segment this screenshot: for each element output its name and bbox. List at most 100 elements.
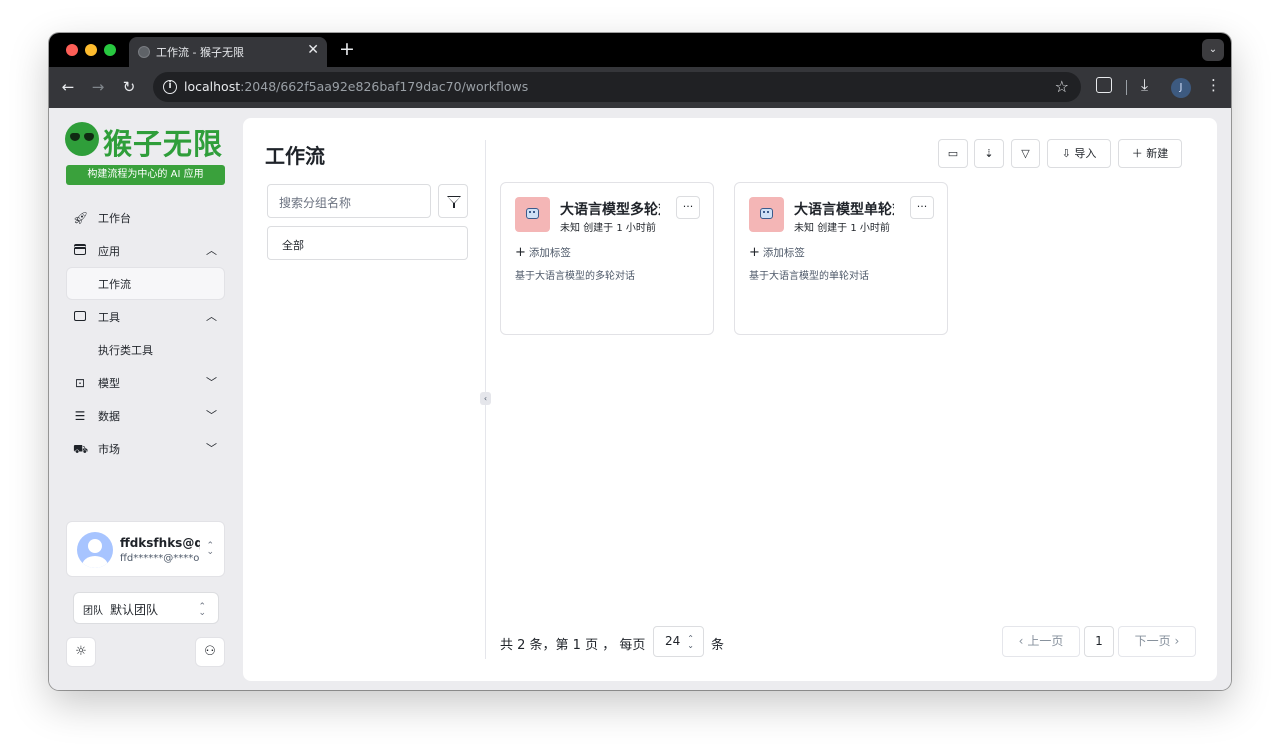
card-more-button[interactable]: ··· — [910, 196, 934, 219]
sidebar-item-market[interactable]: ⛟ 市场 ﹀ — [66, 432, 225, 465]
avatar — [77, 532, 113, 568]
chevron-up-icon: ︿ — [206, 244, 217, 257]
url-text[interactable]: localhost:2048/662f5aa92e826baf179dac70/… — [184, 79, 528, 94]
menu-icon[interactable]: ⋮ — [1206, 76, 1221, 94]
card-icon — [515, 197, 550, 232]
group-item-all[interactable]: 全部 — [267, 226, 468, 260]
browser-window: 工作流 - 猴子无限 ✕ + ⌄ ← → ↻ i localhost:2048/… — [49, 33, 1231, 690]
database-icon: ☰ — [74, 409, 86, 423]
card-meta: 未知 创建于 1 小时前 — [794, 223, 890, 234]
per-page-unit: 条 — [711, 638, 725, 653]
tab-bar: 工作流 - 猴子无限 ✕ + ⌄ — [49, 33, 1231, 67]
import-button[interactable]: ⇩ 导入 — [1047, 139, 1111, 168]
pagination-summary: 共 2 条，第 1 页 ， 每页 — [500, 638, 646, 653]
card-title: 大语言模型单轮对话 — [794, 202, 894, 218]
forward-icon[interactable]: → — [88, 77, 108, 97]
robot-icon — [760, 208, 773, 219]
sidebar-item-workbench[interactable]: 🚀︎ 工作台 — [66, 201, 225, 234]
url-field[interactable]: i localhost:2048/662f5aa92e826baf179dac7… — [153, 72, 1081, 102]
sidebar-menu: 🚀︎ 工作台 应用 ︿ 工作流 工具 ︿ 执行类工具 ⊡ 模型 ﹀ ☰ 数据 ﹀… — [66, 201, 225, 465]
tab-close-icon[interactable]: ✕ — [307, 42, 319, 58]
slogan-badge: 构建流程为中心的 AI 应用 — [66, 165, 225, 185]
collapse-panel-button[interactable]: ‹ — [480, 392, 491, 405]
filter-icon-stem — [453, 203, 455, 208]
chevron-down-icon: ﹀ — [206, 376, 217, 389]
sidebar-item-label: 应用 — [98, 245, 120, 258]
plus-icon: + — [749, 245, 760, 260]
sidebar-item-label: 工作台 — [98, 212, 131, 225]
toolbar-divider — [1126, 80, 1127, 95]
search-input[interactable]: 搜索分组名称 — [267, 184, 431, 218]
sidebar-item-label: 工具 — [98, 311, 120, 324]
logo[interactable]: 猴子无限 — [65, 120, 225, 161]
theme-toggle-button[interactable]: ☼ — [66, 637, 96, 667]
rocket-icon: 🚀︎ — [73, 211, 89, 225]
user-email: ffd******@****o — [120, 553, 200, 564]
browser-tab[interactable]: 工作流 - 猴子无限 ✕ — [129, 37, 327, 67]
app-page: 猴子无限 构建流程为中心的 AI 应用 🚀︎ 工作台 应用 ︿ 工作流 工具 ︿… — [49, 108, 1231, 690]
user-settings-button[interactable]: ⚇ — [195, 637, 225, 667]
add-tag-button[interactable]: + 添加标签 — [515, 245, 571, 260]
team-badge: 团队 — [83, 606, 103, 617]
chevron-updown-icon: ⌃ ⌄ — [687, 634, 694, 650]
extensions-icon[interactable] — [1096, 77, 1112, 93]
card-layout-icon: ▭ — [947, 147, 959, 160]
card-view-button[interactable]: ▭ — [938, 139, 968, 168]
back-icon[interactable]: ← — [58, 77, 78, 97]
card-icon — [749, 197, 784, 232]
sidebar-item-data[interactable]: ☰ 数据 ﹀ — [66, 399, 225, 432]
sun-icon: ☼ — [75, 644, 87, 659]
close-window-button[interactable] — [66, 44, 78, 56]
new-button[interactable]: ＋ 新建 — [1118, 139, 1182, 168]
tab-search-button[interactable]: ⌄ — [1202, 39, 1224, 61]
star-icon[interactable]: ☆ — [1055, 77, 1069, 96]
prev-page-button[interactable]: ‹ 上一页 — [1002, 626, 1080, 657]
globe-icon — [138, 46, 150, 58]
workflow-card[interactable]: 大语言模型单轮对话 未知 创建于 1 小时前 ··· +添加标签 基于大语言模型… — [734, 182, 948, 335]
sidebar-item-label: 市场 — [98, 443, 120, 456]
model-icon: ⊡ — [74, 376, 86, 390]
filter-button[interactable]: ▽ — [1011, 139, 1040, 168]
cart-icon: ⛟ — [73, 442, 89, 456]
card-title: 大语言模型多轮对话 — [560, 202, 660, 218]
sidebar-item-exec-tools[interactable]: 执行类工具 — [66, 333, 225, 366]
sidebar-item-label: 执行类工具 — [98, 344, 153, 357]
minimize-window-button[interactable] — [85, 44, 97, 56]
robot-icon — [526, 208, 539, 219]
chevron-down-icon: ﹀ — [206, 409, 217, 422]
group-filter-button[interactable] — [438, 184, 468, 218]
user-card[interactable]: ffdksfhks@qq ffd******@****o ⌃⌄ — [66, 521, 225, 577]
card-more-button[interactable]: ··· — [676, 196, 700, 219]
new-tab-button[interactable]: + — [339, 39, 355, 59]
address-bar: ← → ↻ i localhost:2048/662f5aa92e826baf1… — [49, 67, 1231, 108]
filter-icon: ▽ — [1021, 147, 1030, 160]
plus-icon: ＋ — [1131, 147, 1143, 160]
sidebar-item-workflows[interactable]: 工作流 — [66, 267, 225, 300]
card-description: 基于大语言模型的多轮对话 — [515, 271, 635, 282]
reload-icon[interactable]: ↻ — [119, 77, 139, 97]
import-icon: ⇩ — [1061, 147, 1071, 160]
per-page-select[interactable]: 24 ⌃ ⌄ — [653, 626, 704, 657]
info-icon[interactable]: i — [163, 80, 177, 94]
per-page-value: 24 — [665, 634, 681, 648]
workflow-card[interactable]: 大语言模型多轮对话 未知 创建于 1 小时前 ··· +添加标签 基于大语言模型… — [500, 182, 714, 335]
add-tag-button[interactable]: + 添加标签 — [749, 245, 805, 260]
team-selector[interactable]: 团队 默认团队 ⌃ ⌄ — [73, 592, 219, 624]
card-description: 基于大语言模型的单轮对话 — [749, 271, 869, 282]
sidebar-item-apps[interactable]: 应用 ︿ — [66, 234, 225, 267]
download-icon[interactable]: ⤓ — [1141, 75, 1148, 95]
server-icon — [73, 244, 87, 258]
sidebar-item-label: 工作流 — [98, 278, 131, 291]
main-panel: 工作流 搜索分组名称 全部 ‹ ▭ ⇣ ▽ ⇩ 导入 ＋ 新建 大语言模型多轮对… — [243, 118, 1217, 681]
calculator-icon — [73, 310, 87, 324]
profile-avatar[interactable]: J — [1171, 78, 1191, 98]
maximize-window-button[interactable] — [104, 44, 116, 56]
sidebar-item-tools[interactable]: 工具 ︿ — [66, 300, 225, 333]
chevron-down-icon: ﹀ — [206, 442, 217, 455]
sort-button[interactable]: ⇣ — [974, 139, 1004, 168]
user-name: ffdksfhks@qq — [120, 536, 200, 550]
sidebar-item-models[interactable]: ⊡ 模型 ﹀ — [66, 366, 225, 399]
page-1-button[interactable]: 1 — [1084, 626, 1114, 657]
next-page-button[interactable]: 下一页 › — [1118, 626, 1196, 657]
card-meta: 未知 创建于 1 小时前 — [560, 223, 656, 234]
